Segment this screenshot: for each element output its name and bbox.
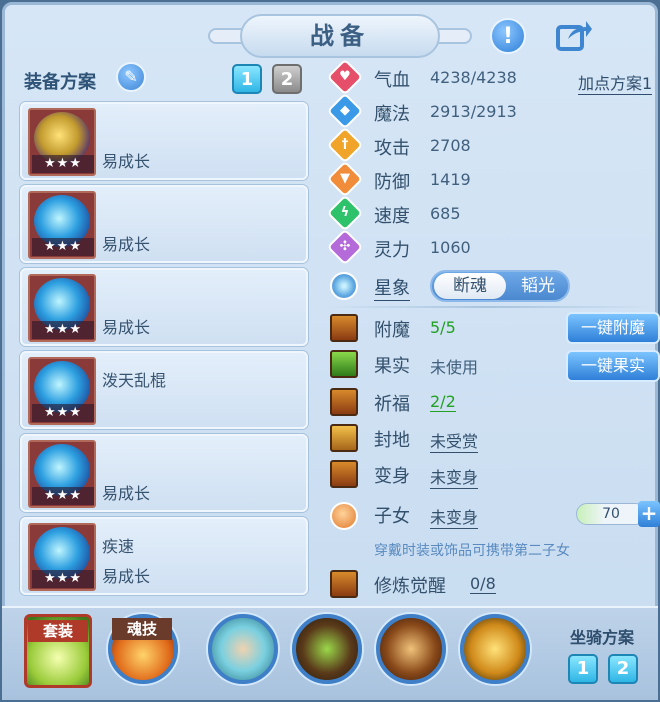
equipment-slot-1[interactable]: ★★★ 易成长 [20, 102, 308, 180]
equipment-slot-6[interactable]: ★★★ 疾速 易成长 [20, 517, 308, 595]
fruit-icon [330, 350, 358, 378]
star-rating: ★★★ [32, 321, 94, 339]
star-rating: ★★★ [32, 570, 94, 588]
mount-plan-tab-2[interactable]: 2 [608, 654, 638, 684]
star-rating: ★★★ [32, 238, 94, 256]
blade-skill-icon[interactable] [376, 614, 446, 684]
suit-label: 套装 [28, 620, 88, 642]
fighter-skill-icon[interactable] [460, 614, 530, 684]
attr-label: 防御 [374, 172, 410, 193]
equipment-list: ★★★ 易成长 ★★★ 易成长 ★★★ 易成长 ★★★ 泼天乱棍 ★★★ 易成长… [20, 102, 308, 600]
enchant-icon [330, 314, 358, 342]
attr-label: 速度 [374, 206, 410, 227]
child-value[interactable]: 未变身 [430, 504, 479, 529]
equipment-name: 疾速 [102, 537, 135, 556]
star-rating: ★★★ [32, 487, 94, 505]
toggle-option-duanhun[interactable]: 断魂 [434, 273, 506, 299]
attr-value: 2913/2913 [430, 102, 517, 121]
enchant-label: 附魔 [374, 320, 410, 341]
transform-label: 变身 [374, 466, 410, 487]
attr-value: 1060 [430, 238, 471, 257]
enchant-value: 5/5 [430, 318, 456, 337]
attr-value: 685 [430, 204, 461, 223]
toggle-option-taoguang[interactable]: 韬光 [510, 273, 566, 299]
attr-row-spirit: ✣ 灵力 1060 [326, 228, 648, 266]
page-title: 战备 [240, 14, 440, 58]
attr-row-speed: ϟ 速度 685 [326, 194, 648, 232]
blessing-icon [330, 388, 358, 416]
attr-label: 攻击 [374, 138, 410, 159]
attr-row-mp: ◆ 魔法 2913/2913 [326, 92, 648, 130]
exclamation-icon[interactable]: ! [490, 18, 526, 54]
attr-row-attack: † 攻击 2708 [326, 126, 648, 164]
attr-value: 1419 [430, 170, 471, 189]
attr-label: 气血 [374, 70, 410, 91]
mount-plan-title: 坐骑方案 [570, 628, 635, 647]
equipment-icon[interactable]: ★★★ [28, 523, 96, 591]
equipment-slot-4[interactable]: ★★★ 泼天乱棍 [20, 351, 308, 429]
equipment-growth-text: 易成长 [102, 484, 151, 503]
share-icon[interactable] [556, 18, 592, 54]
cultivation-icon [330, 570, 358, 598]
equip-plan-tab-1[interactable]: 1 [232, 64, 262, 94]
soul-skill-label: 魂技 [112, 618, 172, 640]
child-hint-text: 穿戴时装或饰品可携带第二子女 [374, 543, 570, 559]
fief-label: 封地 [374, 430, 410, 451]
divider [328, 306, 650, 308]
attr-row-hp: ♥ 气血 4238/4238 [326, 58, 648, 96]
blessing-label: 祈福 [374, 394, 410, 415]
fief-icon [330, 424, 358, 452]
fist-skill-icon[interactable] [208, 614, 278, 684]
mount-plan-tab-1[interactable]: 1 [568, 654, 598, 684]
equipment-slot-3[interactable]: ★★★ 易成长 [20, 268, 308, 346]
equipment-icon[interactable]: ★★★ [28, 191, 96, 259]
attr-value: 2708 [430, 136, 471, 155]
one-click-fruit-button[interactable]: 一键果实 [566, 350, 660, 382]
child-label: 子女 [374, 506, 410, 527]
blessing-value[interactable]: 2/2 [430, 392, 456, 412]
transform-icon [330, 460, 358, 488]
equip-plan-title: 装备方案 [24, 72, 96, 93]
fief-value[interactable]: 未受赏 [430, 428, 479, 453]
star-rating: ★★★ [32, 155, 94, 173]
equip-plan-tab-2[interactable]: 2 [272, 64, 302, 94]
equipment-growth-text: 易成长 [102, 567, 151, 586]
equipment-slot-2[interactable]: ★★★ 易成长 [20, 185, 308, 263]
equipment-icon[interactable]: ★★★ [28, 274, 96, 342]
attr-value: 4238/4238 [430, 68, 517, 87]
constellation-link[interactable]: 星象 [374, 274, 410, 301]
equipment-icon[interactable]: ★★★ [28, 357, 96, 425]
add-icon[interactable]: + [638, 501, 660, 527]
fruit-value: 未使用 [430, 358, 479, 377]
constellation-toggle[interactable]: 断魂 韬光 [430, 270, 570, 302]
equipment-slot-5[interactable]: ★★★ 易成长 [20, 434, 308, 512]
equipment-growth-text: 易成长 [102, 235, 151, 254]
cultivation-value[interactable]: 0/8 [470, 574, 496, 594]
equipment-icon[interactable]: ★★★ [28, 440, 96, 508]
equipment-growth-text: 易成长 [102, 152, 151, 171]
equipment-name: 泼天乱棍 [102, 371, 167, 390]
child-icon [330, 502, 358, 530]
warrior-skill-icon[interactable] [292, 614, 362, 684]
equipment-growth-text: 易成长 [102, 318, 151, 337]
attr-row-defense: ▼ 防御 1419 [326, 160, 648, 198]
transform-value[interactable]: 未变身 [430, 464, 479, 489]
constellation-icon [330, 272, 358, 300]
pencil-icon[interactable]: ✎ [116, 62, 146, 92]
child-level-field: 70 [576, 503, 646, 525]
attr-label: 魔法 [374, 104, 410, 125]
equipment-icon[interactable]: ★★★ [28, 108, 96, 176]
fruit-label: 果实 [374, 356, 410, 377]
star-rating: ★★★ [32, 404, 94, 422]
one-click-enchant-button[interactable]: 一键附魔 [566, 312, 660, 344]
attr-label: 灵力 [374, 240, 410, 261]
cultivation-label: 修炼觉醒 [374, 576, 446, 597]
